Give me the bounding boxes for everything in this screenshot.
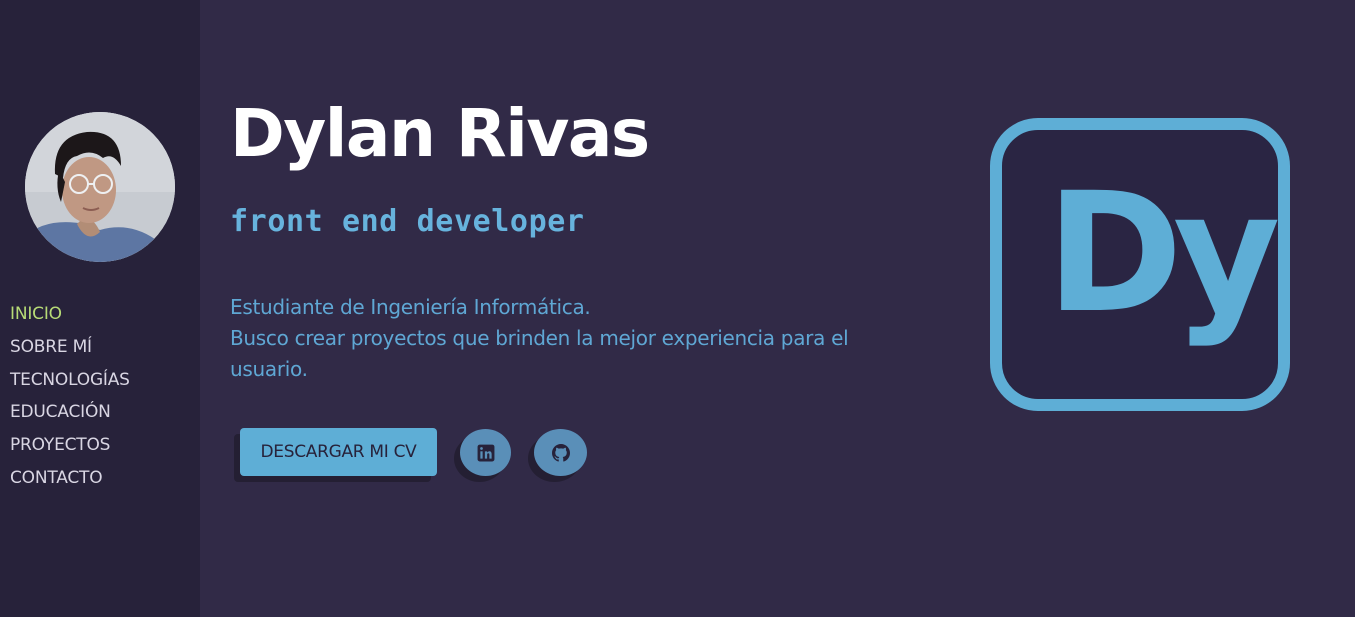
dy-logo: Dy [990, 118, 1290, 411]
nav-item-contacto[interactable]: CONTACTO [10, 464, 130, 497]
download-cv-button[interactable]: DESCARGAR MI CV [240, 428, 437, 476]
description-line-1: Estudiante de Ingeniería Informática. [230, 295, 591, 319]
nav-item-inicio[interactable]: INICIO [10, 300, 130, 333]
profile-description: Estudiante de Ingeniería Informática. Bu… [230, 292, 930, 385]
description-line-2: Busco crear proyectos que brinden la mej… [230, 326, 849, 381]
nav-item-proyectos[interactable]: PROYECTOS [10, 431, 130, 464]
linkedin-icon [477, 444, 494, 461]
profile-role: front end developer [230, 204, 585, 239]
nav-item-tecnologias[interactable]: TECNOLOGÍAS [10, 366, 130, 399]
linkedin-button[interactable] [460, 429, 511, 476]
main-nav: INICIO SOBRE MÍ TECNOLOGÍAS EDUCACIÓN PR… [10, 300, 130, 497]
nav-item-sobre-mi[interactable]: SOBRE MÍ [10, 333, 130, 366]
nav-item-educacion[interactable]: EDUCACIÓN [10, 398, 130, 431]
sidebar: INICIO SOBRE MÍ TECNOLOGÍAS EDUCACIÓN PR… [0, 0, 200, 617]
github-button[interactable] [534, 429, 587, 476]
github-icon [551, 443, 570, 462]
logo-text: Dy [1046, 157, 1278, 349]
profile-name: Dylan Rivas [230, 95, 650, 172]
avatar [25, 112, 175, 262]
